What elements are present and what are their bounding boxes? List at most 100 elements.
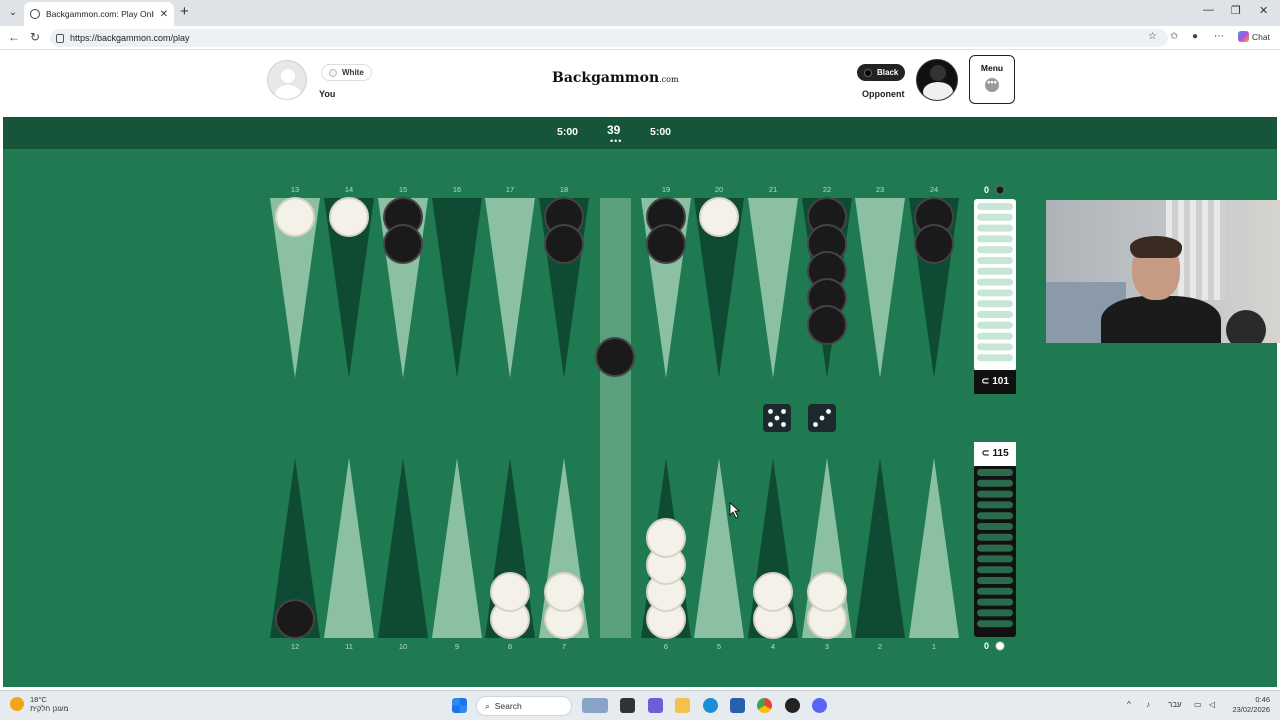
widget-image-icon[interactable] <box>582 698 608 713</box>
die-pip <box>768 409 773 414</box>
tray-slot <box>977 235 1013 243</box>
die-pip <box>774 415 780 421</box>
tray-slot <box>977 490 1013 498</box>
die-pip <box>826 409 831 414</box>
white-checker[interactable] <box>699 197 739 237</box>
tray-slot <box>977 501 1013 509</box>
language-indicator[interactable]: עבר <box>1168 700 1182 709</box>
point-9[interactable] <box>432 458 482 638</box>
tray-slot <box>977 620 1013 628</box>
clock-time: 0:46 <box>1255 695 1270 704</box>
white-checker[interactable] <box>329 197 369 237</box>
point-10[interactable] <box>378 458 428 638</box>
tray-slot <box>977 289 1013 297</box>
point-label: 3 <box>825 642 829 651</box>
point-21[interactable] <box>748 198 798 378</box>
point-label: 19 <box>662 185 670 194</box>
black-checker[interactable] <box>914 224 954 264</box>
tray-slot <box>977 213 1013 221</box>
point-label: 24 <box>930 185 938 194</box>
tray-slot <box>977 533 1013 541</box>
weather-widget[interactable]: 18°C מעונן חלקית <box>10 695 69 713</box>
point-16[interactable] <box>432 198 482 378</box>
point-2[interactable] <box>855 458 905 638</box>
die-pip <box>768 422 773 427</box>
point-label: 4 <box>771 642 775 651</box>
clock-date: 23/02/2026 <box>1232 705 1270 714</box>
point-5[interactable] <box>694 458 744 638</box>
die-pip <box>781 409 786 414</box>
edge-icon[interactable] <box>703 698 718 713</box>
white-checker[interactable] <box>807 572 847 612</box>
black-checker[interactable] <box>595 337 635 377</box>
backgammon-board[interactable]: 13 12 14 11 15 10 16 9 17 8 18 7 19 6 20 5 21 4 22 3 23 2 24 1 <box>0 0 1280 720</box>
die-pip <box>781 422 786 427</box>
point-23[interactable] <box>855 198 905 378</box>
volume-icon[interactable]: ◁ <box>1209 700 1215 709</box>
white-checker[interactable] <box>544 572 584 612</box>
tray-slot <box>977 278 1013 286</box>
file-explorer-icon[interactable] <box>675 698 690 713</box>
tray-slot <box>977 609 1013 617</box>
point-label: 17 <box>506 185 514 194</box>
point-label: 18 <box>560 185 568 194</box>
point-label: 15 <box>399 185 407 194</box>
task-view-icon[interactable] <box>620 698 635 713</box>
tray-slot <box>977 300 1013 308</box>
black-checker[interactable] <box>383 224 423 264</box>
black-checker[interactable] <box>807 305 847 345</box>
point-17[interactable] <box>485 198 535 378</box>
point-label: 6 <box>664 642 668 651</box>
network-icon[interactable]: ▭ <box>1194 700 1202 709</box>
point-label: 20 <box>715 185 723 194</box>
tray-slot <box>977 224 1013 232</box>
white-checker[interactable] <box>646 518 686 558</box>
start-icon[interactable] <box>452 698 467 713</box>
weather-desc: מעונן חלקית <box>30 704 69 713</box>
windows-taskbar: 18°C מעונן חלקית ⌕ Search ^ ♪ עבר ▭ ◁ 0:… <box>0 690 1280 720</box>
mouse-cursor <box>729 502 741 519</box>
discord-icon[interactable] <box>812 698 827 713</box>
tray-slot <box>977 246 1013 254</box>
chrome-icon[interactable] <box>757 698 772 713</box>
white-borne-off-count: 0 <box>984 641 990 651</box>
point-11[interactable] <box>324 458 374 638</box>
system-clock[interactable]: 0:46 23/02/2026 <box>1226 695 1270 715</box>
tray-slot <box>977 523 1013 530</box>
point-label: 2 <box>878 642 882 651</box>
white-checker[interactable] <box>753 572 793 612</box>
black-checker[interactable] <box>544 224 584 264</box>
teams-icon[interactable] <box>648 698 663 713</box>
tray-slot <box>977 311 1013 318</box>
microphone-icon[interactable]: ♪ <box>1146 700 1150 709</box>
black-checker[interactable] <box>646 224 686 264</box>
tray-slot <box>977 267 1013 275</box>
taskbar-search[interactable]: ⌕ Search <box>476 696 572 716</box>
tray-slot <box>977 469 1013 476</box>
tray-overflow-icon[interactable]: ^ <box>1127 700 1131 709</box>
point-label: 10 <box>399 642 407 651</box>
tray-slot <box>977 479 1013 487</box>
white-checker[interactable] <box>490 572 530 612</box>
tray-slot <box>977 577 1013 584</box>
tray-slot <box>977 598 1013 606</box>
obs-icon[interactable] <box>785 698 800 713</box>
point-1[interactable] <box>909 458 959 638</box>
search-icon: ⌕ <box>485 700 490 711</box>
point-label: 12 <box>291 642 299 651</box>
black-borne-off-count: 0 <box>984 185 990 195</box>
white-checker[interactable] <box>275 197 315 237</box>
point-label: 11 <box>345 642 353 651</box>
white-pip-count: ⊂ 115 <box>974 442 1016 466</box>
point-label: 21 <box>769 185 777 194</box>
weather-temp: 18°C <box>30 695 47 704</box>
store-icon[interactable] <box>730 698 745 713</box>
tray-slot <box>977 555 1013 563</box>
webcam-person-body <box>1101 296 1221 343</box>
webcam-overlay <box>1046 200 1280 343</box>
point-label: 16 <box>453 185 461 194</box>
black-checker[interactable] <box>275 599 315 639</box>
board-bar[interactable] <box>600 198 631 638</box>
tray-slot <box>977 343 1013 351</box>
point-label: 9 <box>455 642 459 651</box>
